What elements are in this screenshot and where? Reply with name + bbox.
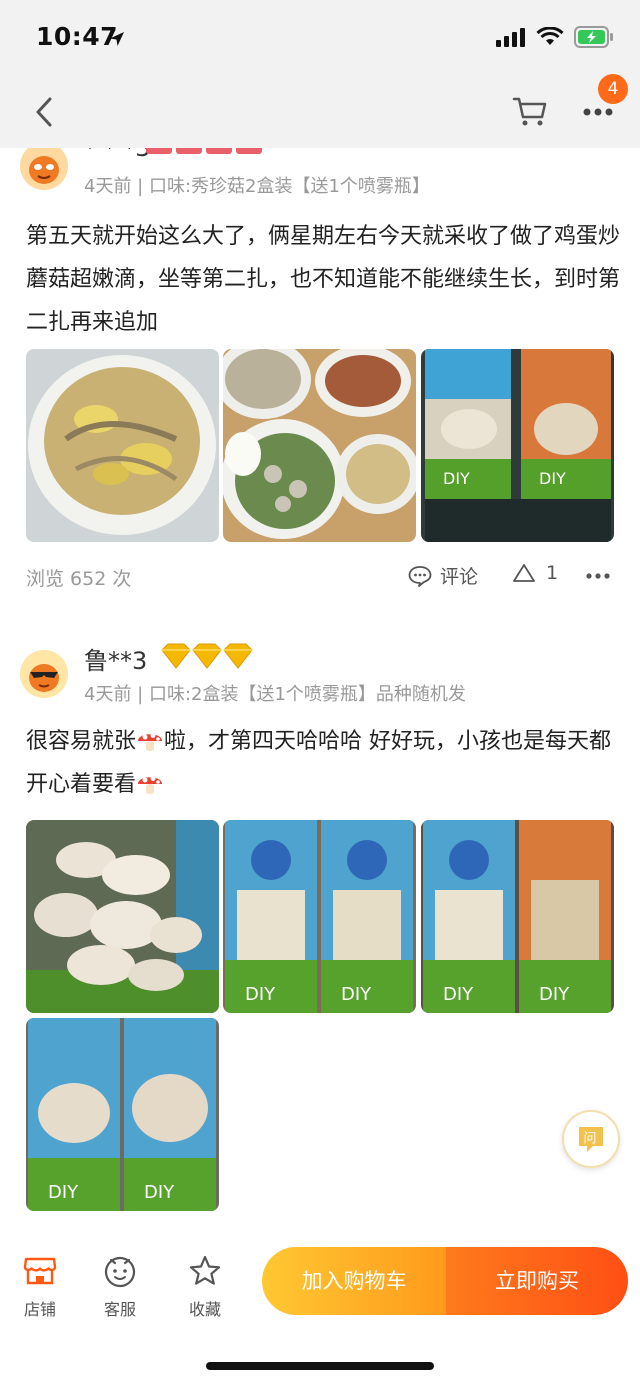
signal-icon [496,28,525,47]
svg-text:DIY: DIY [245,984,276,1005]
favorite-tab[interactable]: 收藏 [175,1252,235,1320]
add-to-cart-button[interactable]: 加入购物车 [262,1247,446,1315]
wifi-icon [536,27,564,45]
status-icons [496,26,614,48]
cart-button[interactable] [510,90,550,134]
review-text: 很容易就张 啦，才第四天哈哈哈 好好玩，小孩也是每天都开心着要看 [26,720,620,806]
diamond-badges-icon [161,643,253,669]
review-photo[interactable]: DIY DIY [26,1018,219,1211]
review-photo[interactable] [223,349,416,542]
shopping-cart-icon [512,97,547,126]
nav-bar [0,78,640,148]
avatar-mascot-icon [20,148,68,190]
review-photo[interactable]: DIY DIY [421,349,614,542]
svg-text:DIY: DIY [539,984,570,1005]
help-button[interactable]: 问 [562,1110,620,1168]
review-more-button[interactable] [582,562,614,590]
svg-text:DIY: DIY [341,984,372,1005]
more-dots-icon [586,573,610,579]
photo-mushroom-diy-boxes-grown: DIY DIY [26,1018,219,1211]
avatar[interactable] [20,148,68,190]
review-item: 鲁**3 4天前 | 口味:2盒装【送1个喷雾瓶】品种随机发 很容易就张 啦，才… [0,638,640,1230]
bottom-action-bar: 店铺 客服 收藏 加入购物车 立即购买 [0,1230,640,1385]
notification-badge: 4 [598,74,628,104]
photo-meatball-soup-dishes [223,349,416,542]
home-indicator[interactable] [206,1362,434,1370]
avatar-mascot-icon [20,650,68,698]
status-time: 10:47 [36,22,119,51]
chevron-left-icon [36,97,52,127]
photo-mushroom-diy-boxes-front: DIY DIY [223,820,416,1013]
review-photo[interactable]: DIY DIY [421,820,614,1013]
question-chat-icon: 问 [579,1127,603,1152]
battery-charging-icon [574,26,613,48]
status-bar: 10:47 [0,0,640,78]
mushroom-emoji-icon [138,776,163,794]
member-badges [160,642,254,670]
favorite-label: 收藏 [188,1300,221,1319]
buy-now-button[interactable]: 立即购买 [446,1247,628,1315]
comment-button[interactable]: 评论 [408,562,478,589]
svg-text:DIY: DIY [539,469,566,488]
review-meta: 4天前 | 口味:2盒装【送1个喷雾瓶】品种随机发 [84,684,466,705]
svg-text:DIY: DIY [48,1182,79,1203]
user-name: 鲁**3 [84,647,148,675]
photo-mushroom-diy-boxes-side: DIY DIY [421,820,614,1013]
service-label: 客服 [103,1300,136,1319]
review-list[interactable]: * * *3 4天前 | 口味:秀珍菇2盒装【送1个喷雾瓶】 第五天就开始这么大… [0,148,640,1230]
location-arrow-icon [110,32,124,46]
like-button[interactable]: 1 [512,562,558,584]
like-count: 1 [546,562,559,584]
review-item: * * *3 4天前 | 口味:秀珍菇2盒装【送1个喷雾瓶】 第五天就开始这么大… [0,148,640,608]
member-badges [146,148,264,156]
back-button[interactable] [24,90,64,134]
photo-mushroom-diy-boxes: DIY DIY [421,349,614,542]
mushroom-emoji-icon [138,733,163,751]
more-dots-icon [583,108,613,116]
star-icon [189,1255,221,1285]
review-text-part: 很容易就张 [26,729,137,754]
review-text: 第五天就开始这么大了，俩星期左右今天就采收了做了鸡蛋炒蘑菇超嫩滴，坐等第二扎，也… [26,224,621,335]
svg-text:DIY: DIY [144,1182,175,1203]
shop-tab[interactable]: 店铺 [10,1252,70,1320]
user-name: * * *3 [84,148,151,162]
review-meta: 4天前 | 口味:秀珍菇2盒装【送1个喷雾瓶】 [84,176,430,197]
customer-service-icon [104,1256,136,1288]
crown-badges-icon [146,148,262,154]
review-photo[interactable] [26,349,219,542]
review-photo[interactable] [26,820,219,1013]
comment-label: 评论 [440,566,479,588]
review-photo[interactable]: DIY DIY [223,820,416,1013]
photo-oyster-mushrooms-closeup [26,820,219,1013]
shop-label: 店铺 [23,1300,56,1319]
comment-bubble-icon [408,565,432,587]
photo-scrambled-eggs-mushroom [26,349,219,542]
review-stats: 浏览 652 次 评论 1 [26,562,616,592]
like-triangle-icon [513,564,535,582]
help-label: 问 [584,1132,597,1147]
svg-text:DIY: DIY [443,984,474,1005]
store-icon [23,1257,57,1285]
svg-text:DIY: DIY [443,469,470,488]
avatar[interactable] [20,650,68,698]
customer-service-tab[interactable]: 客服 [90,1252,150,1320]
view-count: 浏览 652 次 [26,568,132,590]
